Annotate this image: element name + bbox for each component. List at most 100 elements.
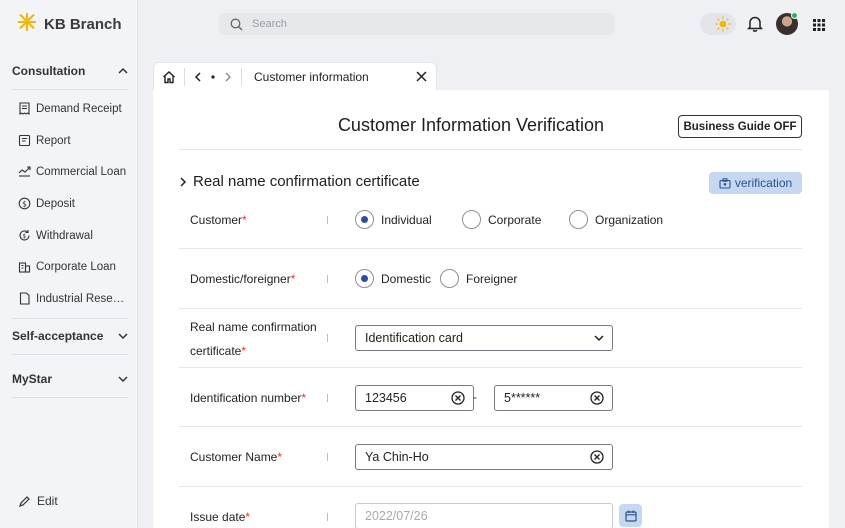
sidebar-divider [12,89,128,90]
label-separator [327,216,328,224]
radio-foreigner[interactable]: Foreigner [440,269,517,288]
label-separator [327,453,328,461]
main-panel: Customer Information Verification Busine… [153,90,829,528]
sidebar-item-corporate-loan[interactable]: Corporate Loan [18,260,116,273]
customer-label: Customer* [190,213,247,227]
customer-name-label: Customer Name* [190,450,283,464]
radio-organization[interactable]: Organization [569,210,663,229]
divider [179,149,802,150]
chevron-right-icon [180,176,187,187]
sidebar-item-commercial-loan[interactable]: Commercial Loan [18,165,126,178]
label-separator [327,394,328,402]
search-icon [230,18,243,30]
search-placeholder: Search [252,18,287,30]
domestic-foreigner-label: Domestic/foreigner* [190,272,296,286]
sidebar-item-label: Report [36,134,71,147]
id-separator: - [473,390,477,404]
label-separator [327,275,328,283]
sidebar-item-report[interactable]: Report [18,134,71,147]
chevron-up-icon [118,67,128,74]
kb-star-icon [16,13,38,36]
chevron-down-icon [118,376,128,383]
sidebar-section-label: Self-acceptance [12,329,104,343]
calendar-icon [624,510,637,522]
receipt-icon [19,102,30,115]
sidebar-item-label: Deposit [36,197,75,210]
chevron-down-icon [118,333,128,340]
edit-label: Edit [37,494,58,508]
home-button[interactable] [154,70,184,84]
tab-customer-information[interactable]: Customer information [242,70,406,84]
chevron-right-icon[interactable] [224,72,232,82]
issue-date-input[interactable]: 2022/07/26 [355,503,613,528]
svg-text:$: $ [22,199,27,208]
sidebar-item-withdrawal[interactable]: $ Withdrawal [18,229,93,242]
sidebar-item-label: Demand Receipt [36,102,122,115]
id-number-front-input[interactable]: 123456 [355,385,474,411]
sidebar-item-industrial-research[interactable]: Industrial Rese… [18,292,124,305]
sidebar-section-mystar[interactable]: MyStar [12,372,128,386]
verification-label: verification [734,176,793,190]
notification-button[interactable] [747,15,763,37]
brand-logo[interactable]: KB Branch [16,13,122,36]
svg-text:$: $ [22,233,26,240]
sidebar-divider [12,397,128,398]
sun-icon [715,16,731,32]
chevron-left-icon[interactable] [194,71,202,82]
business-guide-toggle-button[interactable]: Business Guide OFF [678,115,802,138]
dot-icon [211,74,215,79]
sidebar: KB Branch Consultation Demand Receipt Re… [0,0,138,528]
tab-navigation [185,71,241,82]
radio-corporate[interactable]: Corporate [462,210,541,229]
row-divider [179,486,802,487]
apps-menu-button[interactable] [813,18,825,36]
sidebar-item-label: Corporate Loan [36,260,116,273]
certificate-select[interactable]: Identification card [355,325,613,351]
radio-selected-icon [355,210,374,229]
sidebar-section-consultation[interactable]: Consultation [12,64,128,78]
clear-icon[interactable] [451,391,465,405]
customer-name-input[interactable]: Ya Chin-Ho [355,444,613,470]
sidebar-divider [12,318,128,319]
radio-individual[interactable]: Individual [355,210,432,229]
section-title[interactable]: Real name confirmation certificate [179,173,420,190]
row-divider [179,426,802,427]
search-input[interactable]: Search [219,13,615,35]
deposit-icon: $ [18,197,31,210]
chevron-down-icon [594,334,604,341]
radio-domestic[interactable]: Domestic [355,269,431,288]
radio-unselected-icon [440,269,459,288]
building-icon [18,262,31,273]
sidebar-item-demand-receipt[interactable]: Demand Receipt [18,102,122,115]
section-title-text: Real name confirmation certificate [193,173,420,190]
edit-button[interactable]: Edit [18,494,58,508]
id-number-back-input[interactable]: 5****** [494,385,613,411]
withdrawal-icon: $ [19,230,30,241]
certificate-label: Real name confirmation certificate* [190,320,317,358]
theme-toggle[interactable] [700,13,736,35]
radio-selected-icon [355,269,374,288]
sidebar-section-label: Consultation [12,64,86,78]
clear-icon[interactable] [590,391,604,405]
tab-close-button[interactable] [406,71,436,82]
issue-date-label: Issue date* [190,510,251,524]
clear-icon[interactable] [590,450,604,464]
label-separator [327,513,328,521]
sidebar-section-label: MyStar [12,372,53,386]
brand-name: KB Branch [44,16,122,33]
document-icon [19,292,30,305]
sidebar-section-self-acceptance[interactable]: Self-acceptance [12,329,128,343]
sidebar-divider [12,354,128,355]
calendar-button[interactable] [619,504,642,527]
commercial-loan-icon [18,166,31,177]
online-status-dot [791,12,798,19]
verification-button[interactable]: verification [709,172,802,194]
sidebar-item-label: Industrial Rese… [36,292,125,305]
row-divider [179,367,802,368]
id-number-label: Identification number* [190,391,307,405]
id-card-icon [719,177,731,189]
sidebar-item-deposit[interactable]: $ Deposit [18,197,75,210]
tab-bar: Customer information [153,62,437,90]
row-divider [179,248,802,249]
pencil-icon [19,495,30,507]
